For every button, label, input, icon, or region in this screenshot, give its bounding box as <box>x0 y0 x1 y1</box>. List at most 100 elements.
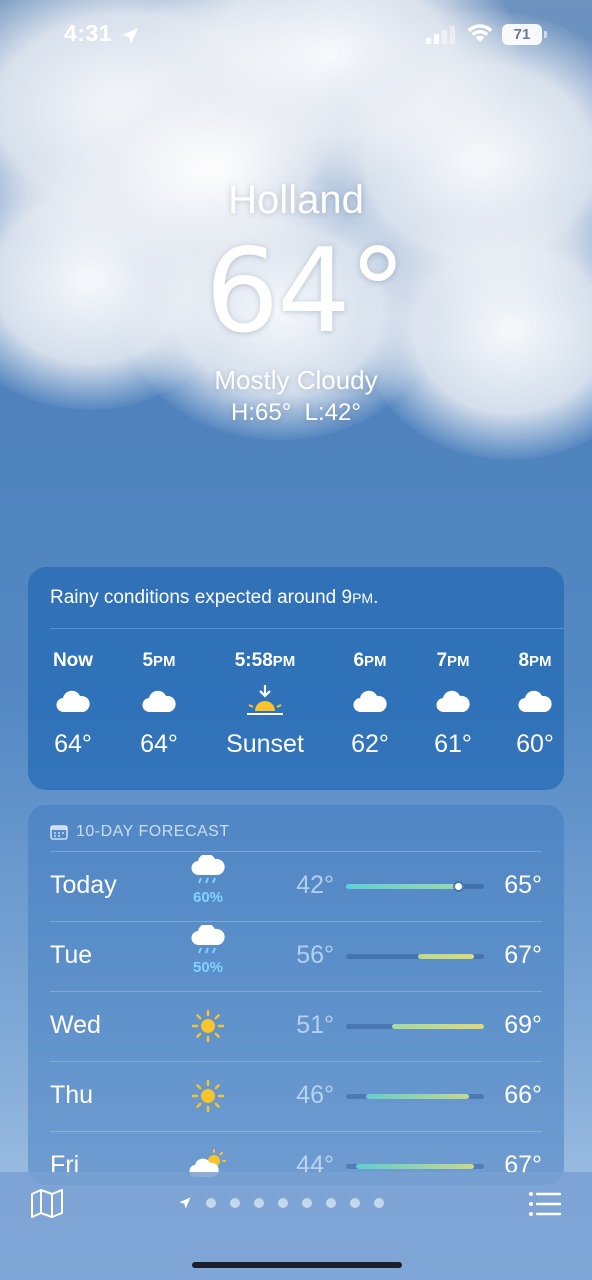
current-temperature: 64° <box>205 224 407 359</box>
ten-day-forecast-card[interactable]: 10-DAY FORECAST Today 60% 42° 65° Tue 50% 56° 6… <box>28 805 564 1185</box>
hourly-temperature: 64° <box>140 730 178 758</box>
status-bar: 4:31 71 <box>0 0 592 70</box>
hourly-time-value: 8 <box>518 650 530 671</box>
page-dot[interactable] <box>326 1198 336 1208</box>
cloud-icon <box>114 676 204 726</box>
temperature-range-bar <box>346 1024 484 1029</box>
cellular-signal-icon <box>426 24 455 44</box>
home-indicator <box>192 1262 402 1268</box>
high-temperature: 66° <box>504 1081 542 1109</box>
wifi-icon <box>467 24 493 42</box>
rain-cloud-icon: 60% <box>180 853 236 913</box>
forecast-title-text: 10-DAY FORECAST <box>76 823 230 840</box>
page-dot[interactable] <box>206 1198 216 1208</box>
hourly-item: 5PM 64° <box>114 647 204 762</box>
divider <box>50 628 564 629</box>
low-temperature: 56° <box>296 941 334 969</box>
status-time: 4:31 <box>64 20 113 46</box>
high-temperature: 65° <box>504 871 542 899</box>
hourly-temperature: 64° <box>54 730 92 758</box>
cloud-icon <box>325 676 415 726</box>
hourly-time: 7PM <box>408 647 498 676</box>
forecast-title: 10-DAY FORECAST <box>50 821 230 843</box>
temperature-range-fill <box>417 954 474 959</box>
page-dot[interactable] <box>278 1198 288 1208</box>
hourly-temperature: 61° <box>434 730 472 758</box>
forecast-row[interactable]: Wed 51° 69° <box>28 991 564 1061</box>
hourly-time-value: 7 <box>436 650 448 671</box>
hourly-time-suffix: PM <box>364 653 387 670</box>
forecast-day: Wed <box>50 1011 101 1039</box>
cloud-icon <box>490 676 580 726</box>
hourly-time: 5:58PM <box>220 647 310 676</box>
hourly-item: 8PM 60° <box>490 647 580 762</box>
current-location-icon[interactable] <box>178 1196 192 1210</box>
temperature-range-bar <box>346 883 484 890</box>
hourly-time-suffix: PM <box>447 653 470 670</box>
sun-icon <box>180 1079 236 1137</box>
current-weather-header: Holland 64° Mostly Cloudy H:65° L:42° <box>0 172 592 430</box>
hourly-time-value: 5 <box>142 650 154 671</box>
high-low-text: H:65° L:42° <box>231 399 361 426</box>
city-name: Holland <box>228 178 364 222</box>
list-icon[interactable] <box>528 1190 562 1218</box>
temperature-range-fill <box>392 1024 484 1029</box>
page-dot[interactable] <box>230 1198 240 1208</box>
forecast-day: Tue <box>50 941 93 969</box>
hourly-temperature: Sunset <box>226 730 304 758</box>
forecast-day: Today <box>50 871 117 899</box>
condition-text: Mostly Cloudy <box>214 365 378 395</box>
forecast-row[interactable]: Tue 50% 56° 67° <box>28 921 564 991</box>
location-arrow-icon <box>122 28 138 44</box>
hourly-temperature: 62° <box>351 730 389 758</box>
hourly-time-suffix: PM <box>153 653 176 670</box>
forecast-row[interactable]: Thu 46° 66° <box>28 1061 564 1131</box>
sunset-icon <box>220 676 310 726</box>
page-indicator[interactable] <box>178 1196 384 1210</box>
hourly-item: 5:58PM Sunset <box>220 647 310 762</box>
temperature-range-bar <box>346 954 484 959</box>
forecast-day: Thu <box>50 1081 94 1109</box>
hourly-summary-text: Rainy conditions expected around 9 <box>50 587 353 608</box>
sun-icon <box>180 1009 236 1067</box>
bottom-toolbar <box>0 1172 592 1280</box>
page-dot[interactable] <box>254 1198 264 1208</box>
temperature-range-bar <box>346 1094 484 1099</box>
temperature-range-fill <box>356 1164 474 1169</box>
hourly-time-suffix: PM <box>529 653 552 670</box>
hourly-list[interactable]: Now 64° 5PM 64° 5:58PM Sunset 6PM 62° 7PM 61° 8PM 6… <box>28 647 564 777</box>
hourly-summary-end: . <box>373 587 379 608</box>
hourly-item: Now 64° <box>28 647 118 762</box>
temperature-range-fill <box>346 884 464 889</box>
hourly-time-suffix: PM <box>272 653 296 670</box>
high-temperature: 67° <box>504 941 542 969</box>
cloud-icon <box>408 676 498 726</box>
hourly-time-value: 6 <box>353 650 365 671</box>
precipitation-chance: 50% <box>192 959 224 976</box>
hourly-time: 5PM <box>114 647 204 676</box>
hourly-time: 6PM <box>325 647 415 676</box>
page-dot[interactable] <box>350 1198 360 1208</box>
battery-tip <box>544 31 547 38</box>
hourly-summary: Rainy conditions expected around 9PM. <box>50 585 378 611</box>
battery-indicator: 71 <box>502 24 542 45</box>
forecast-row[interactable]: Today 60% 42° 65° <box>28 851 564 921</box>
hourly-time-value: 5:58 <box>234 650 273 671</box>
page-dot[interactable] <box>374 1198 384 1208</box>
hourly-item: 7PM 61° <box>408 647 498 762</box>
map-icon[interactable] <box>30 1188 64 1218</box>
page-dot[interactable] <box>302 1198 312 1208</box>
rain-cloud-icon: 50% <box>180 923 236 983</box>
hourly-time-value: Now <box>52 650 94 671</box>
hourly-forecast-card[interactable]: Rainy conditions expected around 9PM. No… <box>28 567 564 790</box>
temperature-range-bar <box>346 1164 484 1169</box>
hourly-time: 8PM <box>490 647 580 676</box>
hourly-temperature: 60° <box>516 730 554 758</box>
precipitation-chance: 60% <box>192 889 224 906</box>
low-temperature: 42° <box>296 871 334 899</box>
calendar-icon <box>50 825 68 840</box>
hourly-summary-suffix: PM <box>352 590 374 606</box>
hourly-time: Now <box>28 647 118 676</box>
low-temperature: 46° <box>296 1081 334 1109</box>
low-temperature: 51° <box>296 1011 334 1039</box>
